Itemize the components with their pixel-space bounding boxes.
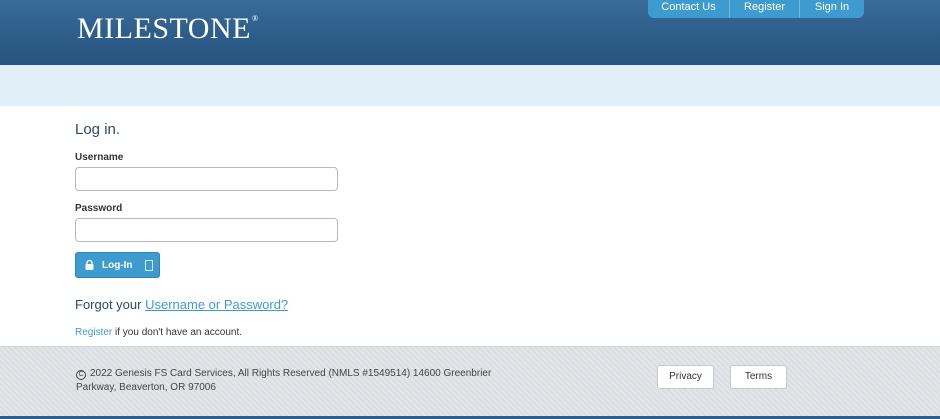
nav-contact-us[interactable]: Contact Us <box>648 0 730 18</box>
login-button[interactable]: Log-In <box>75 252 160 278</box>
register-link[interactable]: Register <box>75 327 112 338</box>
password-input[interactable] <box>75 218 338 242</box>
lock-icon <box>85 260 94 270</box>
forgot-credentials-link[interactable]: Username or Password? <box>145 297 288 312</box>
copyright-text: 2022 Genesis FS Card Services, All Right… <box>76 368 492 393</box>
username-input[interactable] <box>75 167 338 191</box>
copyright-icon: C <box>76 370 86 380</box>
register-line: Register if you don't have an account. <box>75 327 242 338</box>
header-band <box>0 65 940 106</box>
register-suffix: if you don't have an account. <box>112 327 243 338</box>
copyright-notice: C 2022 Genesis FS Card Services, All Righ… <box>76 367 516 395</box>
registered-mark: ® <box>251 14 259 23</box>
password-label: Password <box>75 203 123 214</box>
login-section: Log in. Username Password Log-In Forgot … <box>0 106 940 346</box>
terms-button[interactable]: Terms <box>730 365 787 389</box>
milestone-logo[interactable]: MILESTONE® <box>77 12 258 46</box>
site-footer: C 2022 Genesis FS Card Services, All Righ… <box>0 346 940 416</box>
username-label: Username <box>75 152 124 163</box>
nav-register[interactable]: Register <box>730 0 800 18</box>
box-icon <box>144 259 153 271</box>
nav-sign-in[interactable]: Sign In <box>800 0 864 18</box>
logo-text: MILESTONE <box>77 12 251 45</box>
site-header: MILESTONE® Contact Us Register Sign In <box>0 0 940 65</box>
page-title: Log in. <box>75 121 121 138</box>
forgot-credentials: Forgot your Username or Password? <box>75 297 288 312</box>
top-nav: Contact Us Register Sign In <box>648 0 864 18</box>
privacy-button[interactable]: Privacy <box>657 365 714 389</box>
login-button-label: Log-In <box>102 259 133 271</box>
forgot-prefix: Forgot your <box>75 297 146 312</box>
